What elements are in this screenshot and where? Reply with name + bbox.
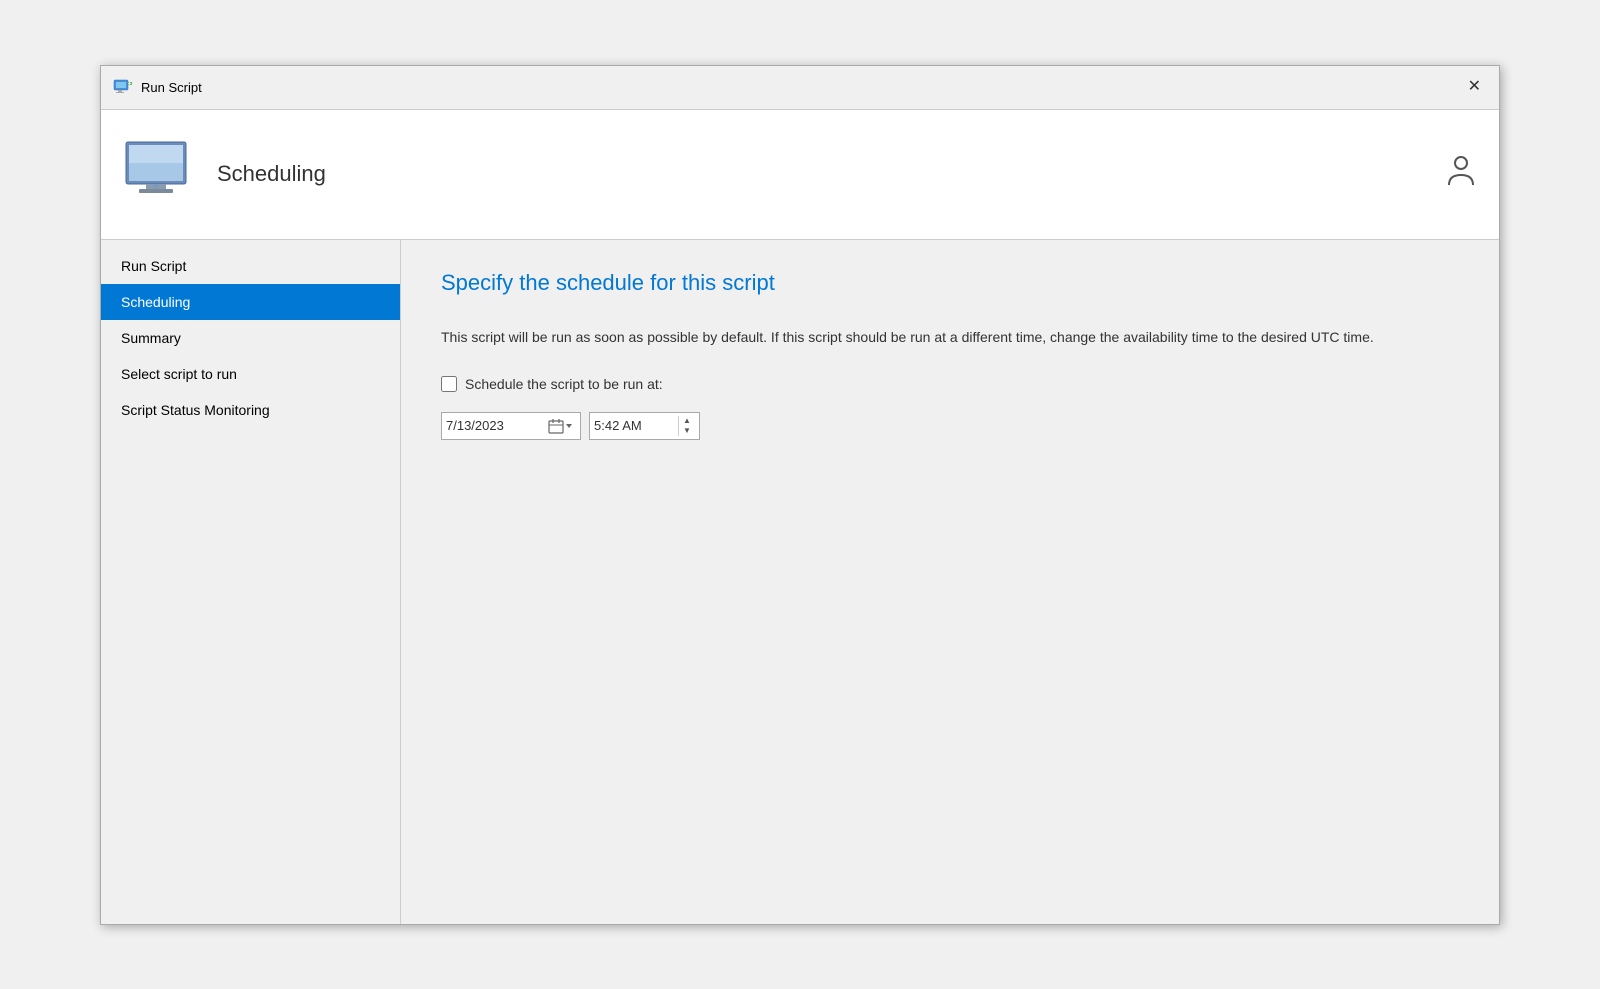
dialog-window: Run Script ✕ Scheduling	[100, 65, 1500, 925]
time-input[interactable]	[594, 418, 674, 433]
time-increment-button[interactable]: ▲	[679, 416, 695, 426]
sidebar-item-script-status[interactable]: Script Status Monitoring	[101, 392, 400, 428]
schedule-checkbox[interactable]	[441, 376, 457, 392]
title-bar-text: Run Script	[141, 80, 202, 95]
header-title: Scheduling	[217, 161, 326, 187]
computer-icon	[121, 134, 201, 214]
date-input[interactable]	[446, 418, 546, 433]
schedule-checkbox-row: Schedule the script to be run at:	[441, 376, 1459, 392]
date-input-wrapper	[441, 412, 581, 440]
header-left: Scheduling	[121, 134, 326, 214]
dropdown-arrow-icon	[564, 421, 574, 431]
time-decrement-button[interactable]: ▼	[679, 426, 695, 436]
header-area: Scheduling	[101, 110, 1499, 240]
content-title: Specify the schedule for this script	[441, 270, 1459, 296]
time-input-wrapper: ▲ ▼	[589, 412, 700, 440]
calendar-icon	[548, 418, 564, 434]
title-bar-left: Run Script	[113, 77, 202, 97]
date-picker-button[interactable]	[546, 416, 576, 436]
run-script-title-icon	[113, 77, 133, 97]
sidebar-item-select-script[interactable]: Select script to run	[101, 356, 400, 392]
content-area: Specify the schedule for this script Thi…	[401, 240, 1499, 924]
close-button[interactable]: ✕	[1462, 77, 1487, 97]
sidebar-item-summary[interactable]: Summary	[101, 320, 400, 356]
sidebar: Run Script Scheduling Summary Select scr…	[101, 240, 401, 924]
schedule-checkbox-label[interactable]: Schedule the script to be run at:	[465, 376, 663, 392]
title-bar: Run Script ✕	[101, 66, 1499, 110]
description-text: This script will be run as soon as possi…	[441, 326, 1401, 348]
main-layout: Run Script Scheduling Summary Select scr…	[101, 240, 1499, 924]
help-icon	[1443, 153, 1479, 196]
sidebar-item-scheduling[interactable]: Scheduling	[101, 284, 400, 320]
datetime-row: ▲ ▼	[441, 412, 1459, 440]
time-spinner: ▲ ▼	[678, 416, 695, 436]
sidebar-item-run-script[interactable]: Run Script	[101, 248, 400, 284]
